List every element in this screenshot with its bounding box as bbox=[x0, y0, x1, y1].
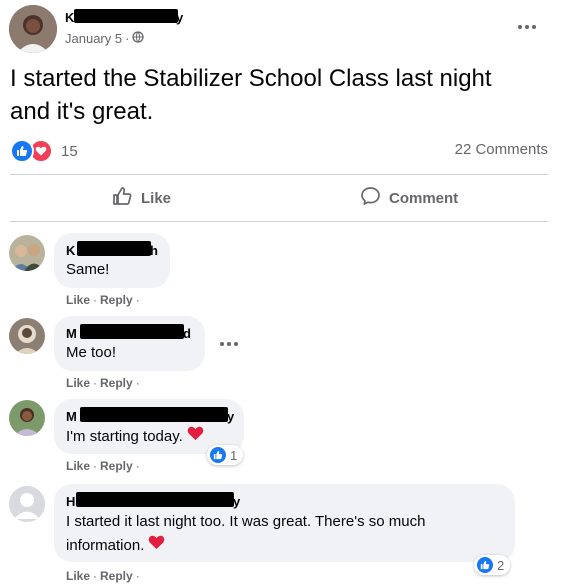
reaction-count: 15 bbox=[61, 142, 78, 160]
comment-more-options-icon[interactable] bbox=[220, 342, 238, 346]
like-reaction-icon bbox=[477, 557, 493, 573]
comment-icon bbox=[360, 186, 381, 210]
post-meta: January 5 · bbox=[65, 31, 145, 46]
redaction-bar bbox=[80, 407, 228, 422]
commenter-name-suffix: h bbox=[150, 243, 158, 258]
redaction-bar bbox=[76, 492, 234, 507]
commenter-name[interactable]: M bbox=[66, 326, 77, 341]
comment-like-link[interactable]: Like bbox=[66, 376, 90, 390]
post-author-avatar[interactable] bbox=[9, 5, 57, 53]
comment-actions: Like · Reply · bbox=[66, 459, 140, 473]
more-options-icon[interactable] bbox=[518, 25, 536, 29]
redaction-bar bbox=[80, 324, 184, 339]
comment-reaction-badge[interactable]: 1 bbox=[207, 445, 244, 465]
comment-actions: Like · Reply · bbox=[66, 293, 140, 307]
comment-like-link[interactable]: Like bbox=[66, 459, 90, 473]
commenter-name-suffix: y bbox=[227, 409, 235, 424]
commenter-name[interactable]: K bbox=[66, 243, 75, 258]
post-date[interactable]: January 5 bbox=[65, 31, 122, 46]
comment-reply-link[interactable]: Reply bbox=[100, 459, 133, 473]
commenter-name[interactable]: M bbox=[66, 409, 77, 424]
comment-text: Me too! bbox=[66, 344, 117, 361]
comment-text-line: I started it last night too. It was grea… bbox=[66, 513, 426, 530]
commenter-avatar[interactable] bbox=[9, 235, 45, 271]
comment-like-link[interactable]: Like bbox=[66, 293, 90, 307]
comment-reaction-badge[interactable]: 2 bbox=[474, 555, 511, 575]
comment-actions: Like · Reply · bbox=[66, 569, 140, 583]
comment-actions: Like · Reply · bbox=[66, 376, 140, 390]
red-heart-icon bbox=[187, 425, 204, 447]
comment-button[interactable]: Comment bbox=[360, 186, 458, 210]
comment-reply-link[interactable]: Reply bbox=[100, 569, 133, 583]
redaction-bar bbox=[74, 9, 178, 23]
post-author-name[interactable]: K bbox=[65, 10, 74, 25]
commenter-name-suffix: d bbox=[183, 326, 191, 341]
divider bbox=[10, 174, 548, 175]
comment-text: I'm starting today. bbox=[66, 425, 204, 447]
comments-count[interactable]: 22 Comments bbox=[455, 141, 548, 158]
divider bbox=[10, 221, 548, 222]
like-button[interactable]: Like bbox=[112, 186, 171, 210]
commenter-avatar[interactable] bbox=[9, 400, 45, 436]
red-heart-icon bbox=[148, 534, 165, 556]
comment-text: information. bbox=[66, 534, 165, 556]
reactions-summary[interactable]: 15 bbox=[10, 139, 78, 163]
post-text: I started the Stabilizer School Class la… bbox=[10, 65, 492, 125]
commenter-name-suffix: y bbox=[233, 494, 241, 509]
comment-reply-link[interactable]: Reply bbox=[100, 376, 133, 390]
default-avatar-icon[interactable] bbox=[9, 486, 45, 522]
redaction-bar bbox=[77, 241, 151, 256]
commenter-avatar[interactable] bbox=[9, 318, 45, 354]
thumbs-up-icon bbox=[112, 186, 133, 210]
post-author-name-suffix: y bbox=[176, 10, 184, 25]
like-reaction-icon bbox=[10, 139, 34, 163]
commenter-name[interactable]: H bbox=[66, 494, 75, 509]
comment-reply-link[interactable]: Reply bbox=[100, 293, 133, 307]
like-reaction-icon bbox=[210, 447, 226, 463]
comment-text: Same! bbox=[66, 261, 110, 278]
comment-like-link[interactable]: Like bbox=[66, 569, 90, 583]
globe-icon bbox=[132, 31, 145, 46]
